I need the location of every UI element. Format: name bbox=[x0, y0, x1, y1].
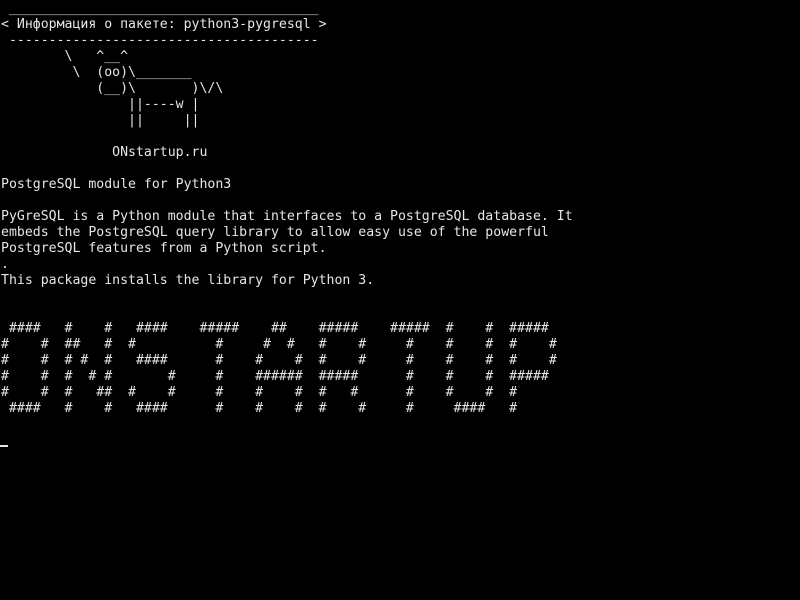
site-signature: ONstartup.ru bbox=[1, 145, 208, 160]
text-cursor bbox=[0, 445, 8, 447]
cow-art-line: (__)\ )\/\ bbox=[1, 81, 224, 96]
package-description-line: PyGreSQL is a Python module that interfa… bbox=[1, 209, 573, 224]
package-summary: PostgreSQL module for Python3 bbox=[1, 177, 232, 192]
package-description-line: This package installs the library for Py… bbox=[1, 273, 375, 288]
banner-text-line: # # ## # # # # # # # # # # # # bbox=[1, 337, 557, 352]
cow-art-line: ||----w | bbox=[1, 97, 200, 112]
cowsay-message: < Информация о пакете: python3-pygresql … bbox=[1, 17, 327, 32]
banner-text-line: # # # # # # # ###### ##### # # # ##### bbox=[1, 369, 549, 384]
package-description-separator: . bbox=[1, 257, 9, 272]
package-description-line: PostgreSQL features from a Python script… bbox=[1, 241, 327, 256]
terminal-screen[interactable]: _______________________________________ … bbox=[0, 0, 800, 600]
cowsay-top-border: _______________________________________ bbox=[1, 1, 319, 16]
package-description-line: embeds the PostgreSQL query library to a… bbox=[1, 225, 549, 240]
cow-art-line: \ (oo)\_______ bbox=[1, 65, 192, 80]
banner-text-line: #### # # #### # # # # # # #### # bbox=[1, 401, 518, 416]
cow-art-line: \ ^__^ bbox=[1, 49, 129, 64]
banner-text-line: # # # ## # # # # # # # # # # # bbox=[1, 385, 518, 400]
cowsay-bottom-border: --------------------------------------- bbox=[1, 33, 319, 48]
cow-art-line: || || bbox=[1, 113, 200, 128]
banner-text-line: #### # # #### ##### ## ##### ##### # # #… bbox=[1, 321, 549, 336]
banner-text-line: # # # # # #### # # # # # # # # # # bbox=[1, 353, 557, 368]
